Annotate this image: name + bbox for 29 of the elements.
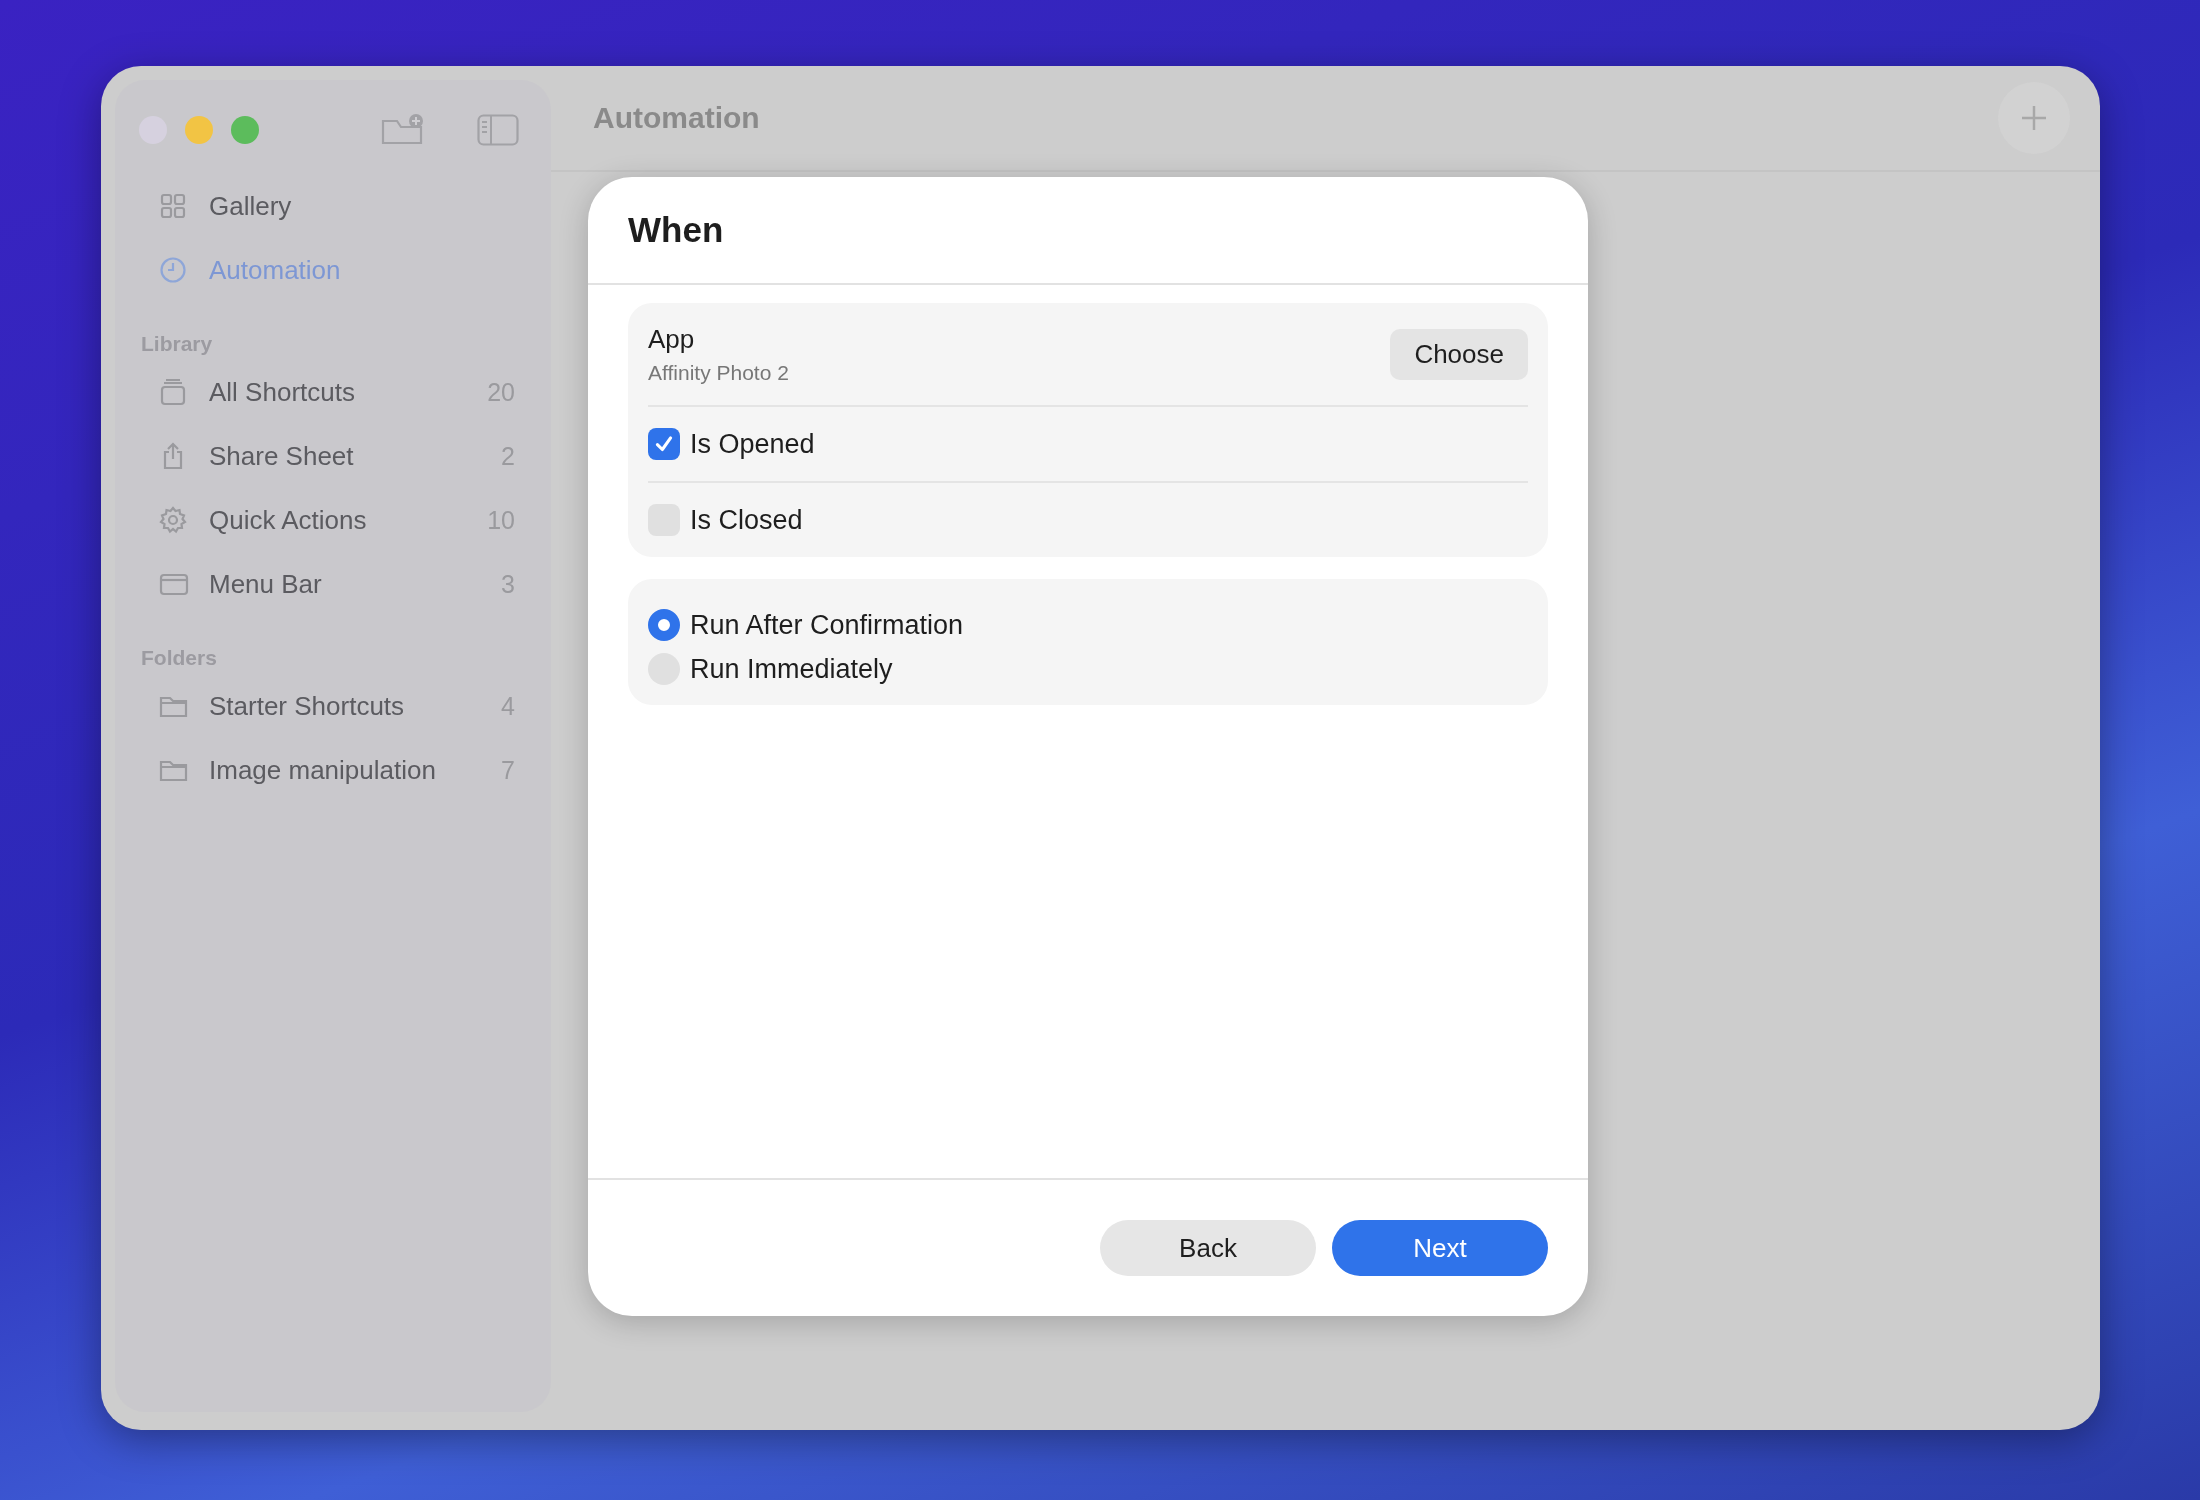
choose-button[interactable]: Choose [1390,328,1528,380]
radio-label: Run Immediately [690,653,893,685]
gear-icon [159,506,189,534]
item-label: Automation [209,254,342,286]
clock-icon [159,256,189,284]
radio-label: Run After Confirmation [690,609,964,641]
checkbox-label: Is Opened [690,428,815,460]
field-value: Affinity Photo 2 [648,360,789,385]
plus-icon [2019,103,2049,133]
radio-button[interactable] [648,609,680,641]
item-label: Quick Actions [209,504,368,536]
sidebar-toggle-icon[interactable] [477,114,519,146]
dialog-title: When [628,210,724,250]
back-button[interactable]: Back [1100,1220,1316,1276]
window-title: Automation [593,101,760,135]
item-label: Starter Shortcuts [209,690,406,722]
item-label: Menu Bar [209,568,323,600]
field-label: App [648,323,696,355]
minimize-button[interactable] [185,116,213,144]
zoom-button[interactable] [231,116,259,144]
checkbox[interactable] [648,428,680,460]
item-label: Gallery [209,190,293,222]
new-folder-icon[interactable] [381,113,425,147]
item-label: Image manipulation [209,754,437,786]
item-label: Share Sheet [209,440,355,472]
checkbox-label: Is Closed [690,504,803,536]
next-button[interactable]: Next [1332,1220,1548,1276]
sidebar-item[interactable]: Gallery [135,174,535,238]
item-label: All Shortcuts [209,376,356,408]
